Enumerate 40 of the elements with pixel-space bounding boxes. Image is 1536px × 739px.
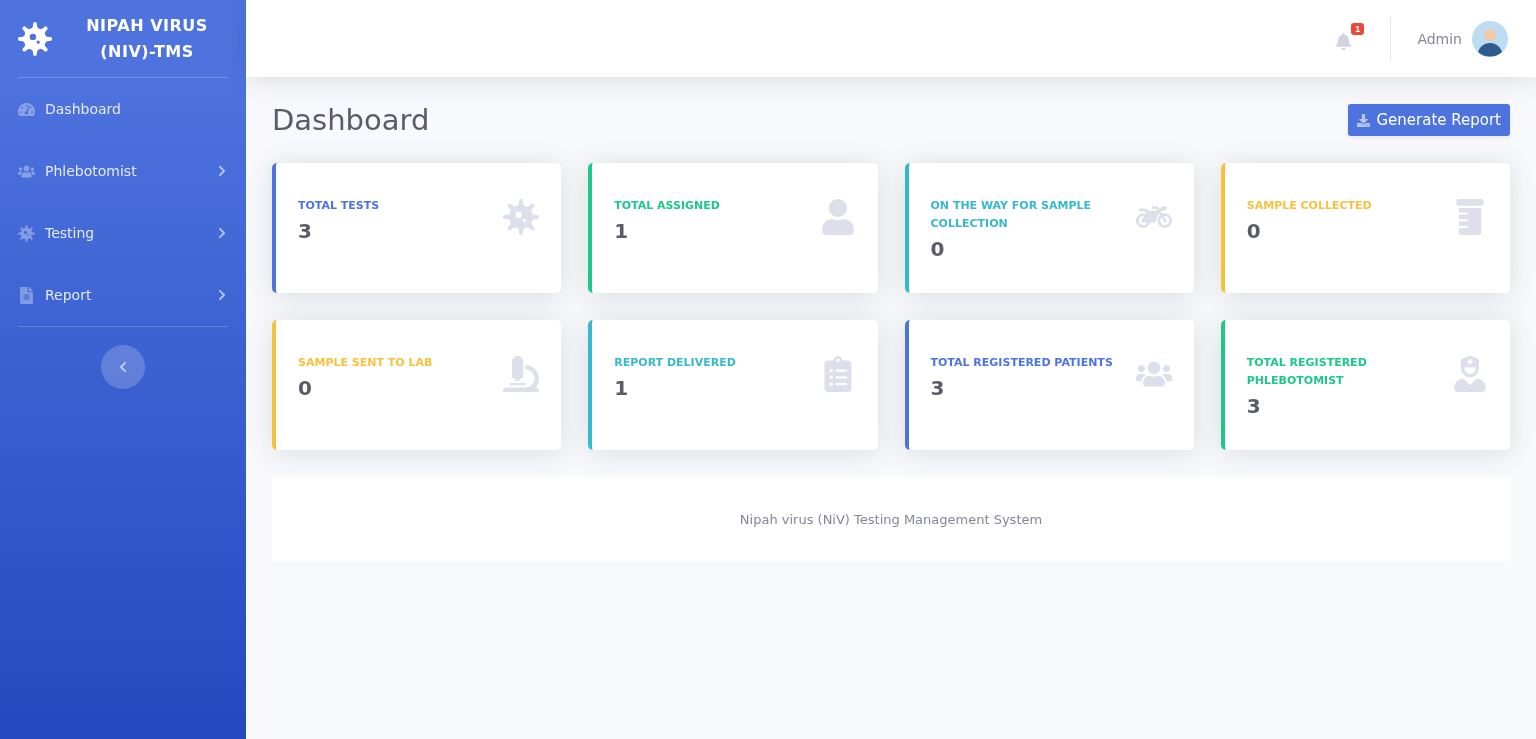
brand-title: NIPAH VIRUS (NIV)-TMS bbox=[85, 14, 209, 63]
avatar-icon bbox=[1472, 20, 1508, 57]
download-icon bbox=[1357, 113, 1371, 127]
sidebar-item[interactable]: Dashboard bbox=[18, 78, 228, 140]
stat-value: 0 bbox=[298, 376, 313, 400]
stat-label: SAMPLE SENT TO LAB bbox=[298, 355, 433, 371]
notification-badge: 1 bbox=[1351, 23, 1365, 35]
gauge-icon bbox=[18, 100, 35, 118]
notification-button[interactable]: 1 bbox=[1333, 23, 1365, 54]
sidebar-item[interactable]: Testing bbox=[18, 202, 228, 264]
sidebar-item[interactable]: Report bbox=[18, 264, 228, 326]
stat-value: 3 bbox=[298, 219, 313, 243]
stat-label: SAMPLE COLLECTED bbox=[1246, 198, 1372, 214]
stat-label: ON THE WAY FOR SAMPLE COLLECTION bbox=[930, 198, 1092, 232]
user-icon bbox=[819, 199, 856, 235]
page-title: Dashboard bbox=[272, 103, 430, 137]
stat-label: TOTAL REGISTERED PHLEBOTOMIST bbox=[1246, 355, 1368, 389]
microscope-icon bbox=[503, 356, 540, 392]
virus-icon bbox=[503, 199, 540, 235]
generate-report-button[interactable]: Generate Report bbox=[1348, 104, 1510, 136]
file-icon bbox=[18, 286, 35, 304]
stat-value: 3 bbox=[1246, 394, 1262, 418]
bell-icon bbox=[1335, 33, 1353, 50]
stat-value: 1 bbox=[614, 376, 630, 400]
stat-label: TOTAL ASSIGNED bbox=[614, 198, 720, 214]
stat-label: REPORT DELIVERED bbox=[614, 355, 736, 371]
virus-icon bbox=[18, 21, 52, 56]
stat-value: 0 bbox=[1246, 219, 1262, 243]
stat-value: 3 bbox=[930, 376, 946, 400]
virus-icon bbox=[18, 224, 35, 242]
chevron-icon bbox=[117, 361, 129, 373]
nurse-icon bbox=[1452, 356, 1488, 392]
footer-text: Nipah virus (NiV) Testing Management System bbox=[739, 511, 1043, 527]
sidebar-item[interactable]: Phlebotomist bbox=[18, 140, 228, 202]
user-menu[interactable]: Admin bbox=[1417, 20, 1508, 57]
stat-value: 1 bbox=[614, 219, 630, 243]
sidebar-toggle-button[interactable] bbox=[101, 345, 145, 389]
stat-label: TOTAL REGISTERED PATIENTS bbox=[930, 355, 1113, 371]
stat-label: TOTAL TESTS bbox=[298, 198, 380, 214]
stat-value: 0 bbox=[930, 237, 946, 261]
